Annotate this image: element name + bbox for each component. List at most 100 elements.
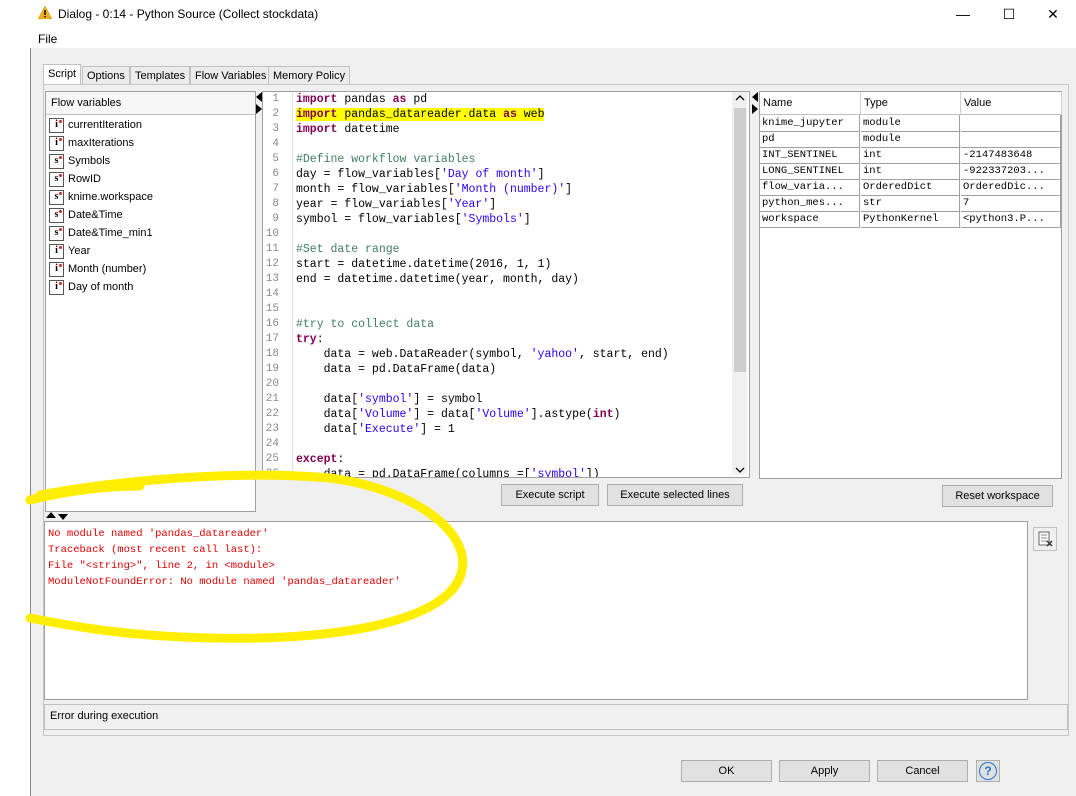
collapse-left-icon[interactable] (752, 92, 758, 102)
code-line[interactable]: month = flow_variables['Month (number)'] (296, 183, 572, 196)
integer-variable-icon: i (49, 279, 64, 295)
cancel-button[interactable]: Cancel (877, 760, 968, 782)
workspace-cell: OrderedDic... (961, 179, 1061, 196)
flow-variable-label: knime.workspace (68, 191, 153, 203)
workspace-cell: module (861, 115, 960, 132)
code-line[interactable]: data = web.DataReader(symbol, 'yahoo', s… (296, 348, 669, 361)
yellow-annotation-circle (25, 470, 468, 643)
code-line[interactable]: start = datetime.datetime(2016, 1, 1) (296, 258, 551, 271)
tab-templates[interactable]: Templates (130, 66, 191, 85)
clear-console-icon (1038, 531, 1053, 547)
workspace-cell: pd (760, 131, 860, 148)
line-number: 3 (272, 123, 279, 135)
tab-memory-policy[interactable]: Memory Policy (268, 66, 351, 85)
line-number: 24 (265, 438, 279, 450)
flow-variable-label: Month (number) (68, 263, 147, 275)
line-number: 1 (272, 93, 279, 105)
line-number: 18 (265, 348, 279, 360)
workspace-cell: INT_SENTINEL (760, 147, 860, 164)
code-line[interactable]: #Set date range (296, 243, 400, 256)
warning-icon (38, 6, 52, 19)
code-editor[interactable]: 1 2 3 4 5 6 7 8 9 10 11 12 13 14 15 16 17 18 19 20 21 22 23 24 2… (262, 91, 750, 478)
close-button[interactable]: ✕ (1030, 0, 1076, 28)
ok-button[interactable]: OK (681, 760, 772, 782)
execute-selected-lines-button[interactable]: Execute selected lines (607, 484, 743, 506)
line-number: 13 (265, 273, 279, 285)
flow-variables-title: Flow variables (51, 97, 122, 109)
flow-variables-header: Flow variables (46, 92, 255, 115)
workspace-cell: knime_jupyter (760, 115, 860, 132)
string-variable-icon: s (49, 171, 64, 187)
code-line[interactable]: import pandas as pd (296, 93, 427, 106)
apply-button[interactable]: Apply (779, 760, 870, 782)
flow-variable-label: Date&Time (68, 209, 123, 221)
editor-scrollbar-thumb[interactable] (734, 108, 746, 372)
line-number: 19 (265, 363, 279, 375)
workspace-cell: <python3.P... (961, 211, 1061, 228)
flow-variable-label: maxIterations (68, 137, 135, 149)
code-line[interactable]: import datetime (296, 123, 400, 136)
tab-script[interactable]: Script (43, 64, 82, 85)
workspace-cell: -922337203... (961, 163, 1061, 180)
code-line[interactable]: symbol = flow_variables['Symbols'] (296, 213, 531, 226)
string-variable-icon: s (49, 189, 64, 205)
code-line[interactable]: data = pd.DataFrame(data) (296, 363, 497, 376)
menu-file[interactable]: File (38, 32, 57, 46)
title-bar: Dialog - 0:14 - Python Source (Collect s… (0, 0, 1076, 28)
tab-options[interactable]: Options (82, 66, 130, 85)
line-number: 23 (265, 423, 279, 435)
flow-variable-label: Date&Time_min1 (68, 227, 153, 239)
code-line[interactable]: #Define workflow variables (296, 153, 475, 166)
workspace-cell: flow_varia... (760, 179, 860, 196)
column-header-value[interactable]: Value (961, 92, 1062, 115)
code-line[interactable]: data['Execute'] = 1 (296, 423, 455, 436)
tab-flow-variables[interactable]: Flow Variables (190, 66, 272, 85)
flow-variable-item[interactable]: s Symbols (49, 152, 249, 170)
line-number: 20 (265, 378, 279, 390)
column-header-type[interactable]: Type (861, 92, 961, 115)
workspace-cell: PythonKernel (861, 211, 960, 228)
scroll-up-icon[interactable] (735, 94, 745, 105)
code-line-highlighted[interactable]: import pandas_datareader.data as web (296, 108, 545, 121)
flow-variable-label: Day of month (68, 281, 134, 293)
clear-console-button[interactable] (1033, 527, 1057, 551)
code-line[interactable]: data['symbol'] = symbol (296, 393, 483, 406)
column-header-name[interactable]: Name (760, 92, 861, 115)
minimize-button[interactable]: — (940, 0, 986, 28)
line-number: 9 (272, 213, 279, 225)
maximize-button[interactable]: ☐ (986, 0, 1032, 28)
line-number-gutter: 1 2 3 4 5 6 7 8 9 10 11 12 13 14 15 16 17 18 19 20 21 22 23 24 2… (263, 92, 293, 477)
flow-variable-item[interactable]: s Date&Time_min1 (49, 224, 249, 242)
workspace-cell: LONG_SENTINEL (760, 163, 860, 180)
flow-variable-item[interactable]: s RowID (49, 170, 249, 188)
line-number: 21 (265, 393, 279, 405)
workspace-table: Name Type Value knime_jupyter module pd mod… (759, 91, 1062, 479)
workspace-cell: python_mes... (760, 195, 860, 212)
status-bar: Error during execution (44, 704, 1068, 730)
workspace-cell: workspace (760, 211, 860, 228)
help-button[interactable]: ? (976, 760, 1000, 782)
reset-workspace-button[interactable]: Reset workspace (942, 485, 1053, 507)
flow-variable-item[interactable]: i maxIterations (49, 134, 249, 152)
flow-variable-label: RowID (68, 173, 102, 185)
flow-variable-item[interactable]: i Month (number) (49, 260, 249, 278)
flow-variable-item[interactable]: i Year (49, 242, 249, 260)
flow-variable-item[interactable]: i Day of month (49, 278, 249, 296)
execute-script-button[interactable]: Execute script (501, 484, 599, 506)
flow-variable-item[interactable]: s knime.workspace (49, 188, 249, 206)
integer-variable-icon: i (49, 117, 64, 133)
line-number: 17 (265, 333, 279, 345)
code-line[interactable]: #try to collect data (296, 318, 434, 331)
scroll-down-icon[interactable] (735, 463, 745, 477)
menu-bar (0, 28, 1076, 48)
code-line[interactable]: day = flow_variables['Day of month'] (296, 168, 544, 181)
flow-variable-item[interactable]: s Date&Time (49, 206, 249, 224)
code-line[interactable]: try: (296, 333, 324, 346)
code-line[interactable]: data['Volume'] = data['Volume'].astype(i… (296, 408, 621, 421)
workspace-cell: OrderedDict (861, 179, 960, 196)
flow-variable-item[interactable]: i currentIteration (49, 116, 249, 134)
line-number: 6 (272, 168, 279, 180)
code-line[interactable]: year = flow_variables['Year'] (296, 198, 496, 211)
code-line[interactable]: end = datetime.datetime(year, month, day… (296, 273, 579, 286)
expand-right-icon[interactable] (752, 104, 758, 114)
